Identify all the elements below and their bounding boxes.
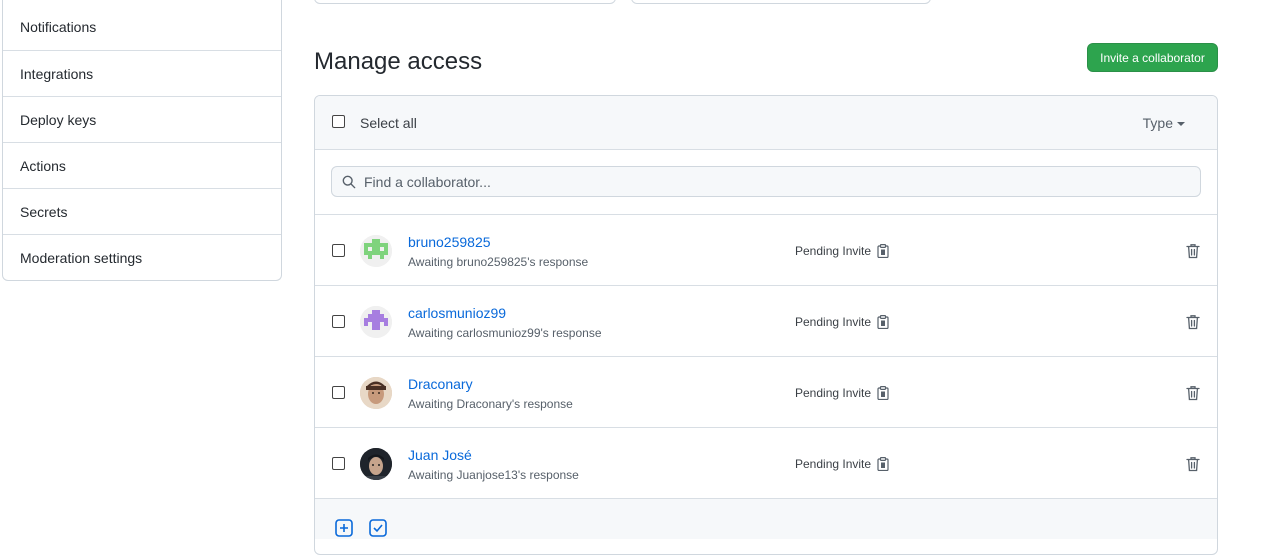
clipboard-icon[interactable]	[877, 315, 889, 329]
avatar	[360, 377, 392, 409]
trash-icon[interactable]	[1186, 243, 1200, 259]
clipboard-icon[interactable]	[877, 244, 889, 258]
plus-square-icon	[335, 519, 353, 537]
search-box	[331, 166, 1201, 197]
collaborator-status: Awaiting carlosmunioz99's response	[408, 326, 602, 340]
pending-invite: Pending Invite	[795, 457, 889, 471]
sidebar-item-actions[interactable]: Actions	[3, 142, 281, 188]
identicon-avatar	[360, 306, 392, 338]
pending-invite: Pending Invite	[795, 244, 889, 258]
row-checkbox[interactable]	[332, 244, 345, 257]
collaborator-status: Awaiting bruno259825's response	[408, 255, 589, 269]
sidebar-item-label: Integrations	[20, 65, 94, 82]
photo-avatar	[360, 448, 392, 480]
select-all-checkbox[interactable]	[332, 115, 345, 128]
sidebar-item-label: Deploy keys	[20, 111, 97, 128]
pending-invite: Pending Invite	[795, 315, 889, 329]
collaborator-row: carlosmunioz99 Awaiting carlosmunioz99's…	[315, 286, 1217, 357]
sidebar-item-integrations[interactable]: Integrations	[3, 50, 281, 96]
sidebar-item-label: Notifications	[20, 19, 97, 35]
avatar	[360, 448, 392, 480]
footer-banner	[315, 499, 1217, 539]
row-checkbox[interactable]	[332, 386, 345, 399]
trash-icon[interactable]	[1186, 456, 1200, 472]
type-filter-label: Type	[1142, 115, 1173, 131]
check-square-icon	[369, 519, 387, 537]
avatar	[360, 235, 392, 267]
collaborator-status: Awaiting Juanjose13's response	[408, 468, 579, 482]
collaborator-name-link[interactable]: carlosmunioz99	[408, 305, 506, 321]
collaborator-row: bruno259825 Awaiting bruno259825's respo…	[315, 215, 1217, 286]
invite-collaborator-button[interactable]: Invite a collaborator	[1087, 43, 1218, 72]
identicon-avatar	[360, 235, 392, 267]
select-all-label: Select all	[360, 115, 417, 131]
collaborator-status: Awaiting Draconary's response	[408, 397, 573, 411]
sidebar-item-secrets[interactable]: Secrets	[3, 188, 281, 234]
pending-invite-label: Pending Invite	[795, 315, 872, 329]
trash-icon[interactable]	[1186, 385, 1200, 401]
search-row	[315, 150, 1217, 215]
collaborator-name-link[interactable]: Draconary	[408, 376, 473, 392]
row-checkbox[interactable]	[332, 315, 345, 328]
type-filter-dropdown[interactable]: Type	[1143, 115, 1185, 131]
pending-invite-label: Pending Invite	[795, 386, 872, 400]
sidebar-item-label: Secrets	[20, 203, 68, 220]
collaborator-name-link[interactable]: bruno259825	[408, 234, 491, 250]
clipboard-icon[interactable]	[877, 386, 889, 400]
photo-avatar	[360, 377, 392, 409]
collaborator-row: Juan José Awaiting Juanjose13's response…	[315, 428, 1217, 499]
trash-icon[interactable]	[1186, 314, 1200, 330]
page-title: Manage access	[314, 48, 483, 75]
card-remnant-left	[314, 0, 616, 4]
pending-invite-label: Pending Invite	[795, 244, 872, 258]
search-icon	[342, 175, 356, 188]
sidebar-item-label: Actions	[20, 157, 66, 174]
collaborator-row: Draconary Awaiting Draconary's response …	[315, 357, 1217, 428]
search-input[interactable]	[362, 172, 1182, 191]
box-header: Select all Type	[315, 96, 1217, 150]
card-remnant-right	[631, 0, 931, 4]
clipboard-icon[interactable]	[877, 457, 889, 471]
collaborators-box: Select all Type bruno259	[314, 95, 1218, 555]
pending-invite-label: Pending Invite	[795, 457, 872, 471]
sidebar-item-notifications[interactable]: Notifications	[3, 0, 281, 50]
sidebar-item-moderation-settings[interactable]: Moderation settings	[3, 234, 281, 280]
row-checkbox[interactable]	[332, 457, 345, 470]
collaborator-name-link[interactable]: Juan José	[408, 447, 472, 463]
settings-sidebar: Notifications Integrations Deploy keys A…	[2, 0, 282, 281]
sidebar-item-label: Moderation settings	[20, 249, 143, 266]
sidebar-item-deploy-keys[interactable]: Deploy keys	[3, 96, 281, 142]
pending-invite: Pending Invite	[795, 386, 889, 400]
caret-down-icon	[1177, 122, 1185, 126]
avatar	[360, 306, 392, 338]
